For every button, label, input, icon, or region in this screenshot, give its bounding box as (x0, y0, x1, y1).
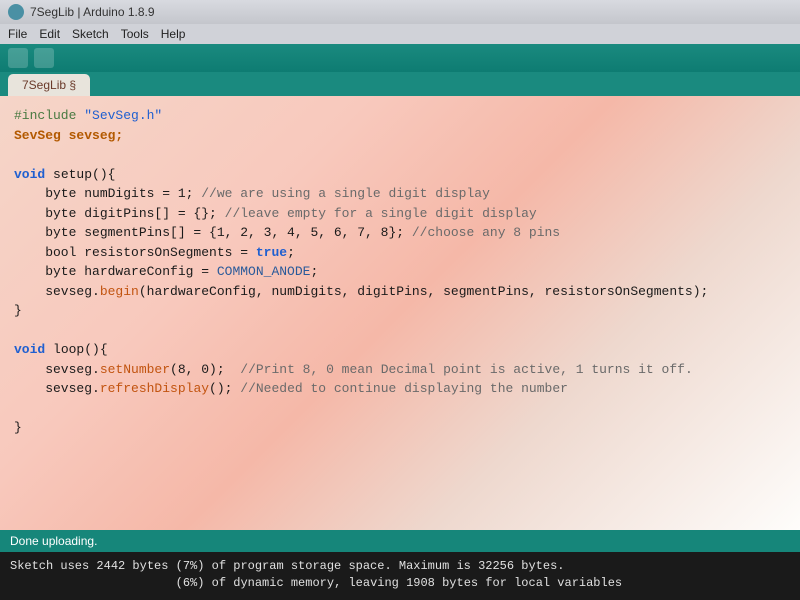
code-line: sevseg. (14, 362, 100, 377)
verify-button[interactable] (8, 48, 28, 68)
code-line: sevseg. (14, 381, 100, 396)
code-method: refreshDisplay (100, 381, 209, 396)
code-editor[interactable]: #include "SevSeg.h" SevSeg sevseg; void … (0, 96, 800, 530)
code-args: (); (209, 381, 240, 396)
upload-button[interactable] (34, 48, 54, 68)
menu-bar: File Edit Sketch Tools Help (0, 24, 800, 44)
code-loop-sig: loop(){ (45, 342, 107, 357)
code-comment: //choose any 8 pins (412, 225, 560, 240)
menu-file[interactable]: File (8, 27, 27, 41)
window-title: 7SegLib | Arduino 1.8.9 (30, 5, 155, 19)
code-brace: } (14, 420, 22, 435)
code-setup-kw: void (14, 167, 45, 182)
menu-tools[interactable]: Tools (121, 27, 149, 41)
app-icon (8, 4, 24, 20)
code-include: #include (14, 108, 84, 123)
code-const: COMMON_ANODE (217, 264, 311, 279)
code-line: sevseg. (14, 284, 100, 299)
tab-bar: 7SegLib § (0, 72, 800, 96)
code-method: begin (100, 284, 139, 299)
status-text: Done uploading. (10, 534, 97, 548)
code-semi: ; (310, 264, 318, 279)
code-comment: //Print 8, 0 mean Decimal point is activ… (240, 362, 692, 377)
ide-window: 7SegLib | Arduino 1.8.9 File Edit Sketch… (0, 0, 800, 600)
code-line: byte segmentPins[] = {1, 2, 3, 4, 5, 6, … (14, 225, 412, 240)
code-comment: //Needed to continue displaying the numb… (240, 381, 568, 396)
menu-help[interactable]: Help (161, 27, 186, 41)
code-args: (8, 0); (170, 362, 240, 377)
status-bar: Done uploading. (0, 530, 800, 552)
code-line: byte hardwareConfig = (14, 264, 217, 279)
code-brace: } (14, 303, 22, 318)
code-true: true (256, 245, 287, 260)
console-line: Sketch uses 2442 bytes (7%) of program s… (10, 559, 565, 573)
code-line: bool resistorsOnSegments = (14, 245, 256, 260)
code-line: byte numDigits = 1; (14, 186, 201, 201)
code-loop-kw: void (14, 342, 45, 357)
code-include-str: "SevSeg.h" (84, 108, 162, 123)
code-method: setNumber (100, 362, 170, 377)
code-args: (hardwareConfig, numDigits, digitPins, s… (139, 284, 709, 299)
output-console[interactable]: Sketch uses 2442 bytes (7%) of program s… (0, 552, 800, 600)
console-line: (6%) of dynamic memory, leaving 1908 byt… (10, 576, 622, 590)
toolbar (0, 44, 800, 72)
code-decl: SevSeg sevseg; (14, 128, 123, 143)
menu-edit[interactable]: Edit (39, 27, 60, 41)
menu-sketch[interactable]: Sketch (72, 27, 109, 41)
title-bar: 7SegLib | Arduino 1.8.9 (0, 0, 800, 24)
tab-sketch[interactable]: 7SegLib § (8, 74, 90, 96)
code-comment: //we are using a single digit display (201, 186, 490, 201)
code-comment: //leave empty for a single digit display (225, 206, 537, 221)
code-setup-sig: setup(){ (45, 167, 115, 182)
code-semi: ; (287, 245, 295, 260)
code-line: byte digitPins[] = {}; (14, 206, 225, 221)
